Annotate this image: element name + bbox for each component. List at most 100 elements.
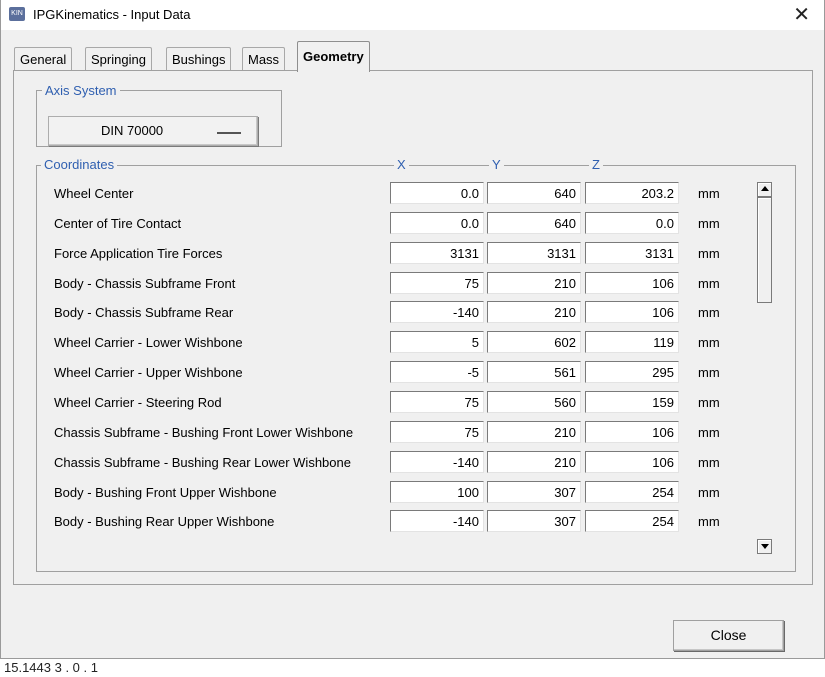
axis-system-group: Axis System DIN 70000	[36, 83, 282, 147]
coordinate-row: Wheel Carrier - Lower Wishbone 5 602 119 mm	[14, 331, 812, 355]
unit-label: mm	[698, 484, 720, 500]
coordinate-y-field[interactable]: 307	[487, 510, 581, 533]
coordinate-label: Chassis Subframe - Bushing Rear Lower Wi…	[54, 454, 351, 470]
coordinate-x-field[interactable]: -140	[390, 301, 484, 324]
unit-label: mm	[698, 365, 720, 381]
coordinate-row: Force Application Tire Forces 3131 3131 313…	[14, 241, 812, 266]
window-title: IPGKinematics - Input Data	[33, 7, 191, 22]
arrow-down-icon	[761, 544, 769, 549]
coordinate-z-field[interactable]: 106	[585, 420, 679, 443]
unit-label: mm	[698, 215, 720, 231]
coordinate-label: Wheel Carrier - Steering Rod	[54, 394, 222, 410]
coordinate-row: Center of Tire Contact 0.0 640 0.0 mm	[14, 211, 812, 236]
coordinate-y-field[interactable]: 307	[487, 480, 581, 503]
coordinate-row: Body - Chassis Subframe Front 75 210 106 mm	[14, 271, 812, 296]
coordinate-x-field[interactable]: 0.0	[390, 211, 484, 234]
unit-label: mm	[698, 186, 720, 201]
coordinate-label: Wheel Carrier - Lower Wishbone	[54, 335, 243, 351]
coordinate-label: Chassis Subframe - Bushing Front Lower W…	[54, 424, 354, 440]
coordinate-x-field[interactable]: 75	[390, 420, 484, 443]
coordinate-y-field[interactable]: 210	[487, 450, 581, 473]
coordinate-label: Body - Bushing Rear Upper Wishbone	[54, 514, 275, 530]
arrow-up-icon	[761, 186, 769, 191]
coordinate-x-field[interactable]: 75	[390, 390, 484, 413]
scrollbar-thumb[interactable]	[757, 197, 772, 303]
scroll-down-button[interactable]	[757, 539, 772, 554]
coordinate-y-field[interactable]: 210	[487, 301, 581, 324]
coordinate-y-field[interactable]: 560	[487, 390, 581, 413]
coordinate-z-field[interactable]: 295	[585, 361, 679, 384]
coordinate-z-field[interactable]: 106	[585, 271, 679, 294]
unit-label: mm	[698, 245, 720, 261]
column-header-z: Z	[589, 157, 603, 172]
app-icon: KIN	[9, 7, 25, 21]
coordinate-row: Body - Bushing Front Upper Wishbone 100 30…	[14, 480, 812, 505]
unit-label: mm	[698, 275, 720, 291]
coordinate-label: Center of Tire Contact	[54, 215, 182, 231]
coordinate-y-field[interactable]: 561	[487, 361, 581, 384]
coordinate-z-field[interactable]: 254	[585, 510, 679, 533]
unit-label: mm	[698, 514, 720, 530]
geometry-panel: Axis System DIN 70000 Coordinates X Y Z …	[13, 70, 813, 585]
coordinate-x-field[interactable]: 5	[390, 331, 484, 354]
coordinate-z-field[interactable]: 159	[585, 390, 679, 413]
coordinate-z-field[interactable]: 119	[585, 331, 679, 354]
unit-label: mm	[698, 424, 720, 440]
coordinate-y-field[interactable]: 602	[487, 331, 581, 354]
coordinate-x-field[interactable]: 0.0	[390, 182, 484, 204]
coordinate-x-field[interactable]: -140	[390, 450, 484, 473]
tab-bushings[interactable]: Bushings	[166, 47, 232, 72]
unit-label: mm	[698, 454, 720, 470]
coordinate-row: Wheel Center 0.0 640 203.2 mm	[14, 182, 812, 206]
coordinate-row: Body - Bushing Rear Upper Wishbone -140 30…	[14, 510, 812, 534]
tab-general[interactable]: General	[14, 47, 73, 72]
coordinate-y-field[interactable]: 640	[487, 182, 581, 204]
scroll-up-button[interactable]	[757, 182, 772, 197]
bottom-strip: 15.1443 3 . 0 . 1	[0, 659, 825, 677]
coordinate-label: Wheel Carrier - Upper Wishbone	[54, 365, 243, 381]
coordinates-legend: Coordinates	[41, 157, 118, 172]
column-header-y: Y	[489, 157, 504, 172]
coordinate-label: Wheel Center	[54, 186, 134, 201]
axis-system-dropdown[interactable]: DIN 70000	[48, 116, 258, 146]
close-icon[interactable]: ✕	[793, 2, 810, 27]
coordinate-z-field[interactable]: 3131	[585, 241, 679, 264]
unit-label: mm	[698, 394, 720, 410]
bottom-text: 15.1443 3 . 0 . 1	[4, 660, 98, 675]
coordinate-y-field[interactable]: 640	[487, 211, 581, 234]
axis-system-value: DIN 70000	[101, 123, 164, 138]
coordinate-y-field[interactable]: 210	[487, 420, 581, 443]
coordinate-z-field[interactable]: 106	[585, 450, 679, 473]
coordinate-x-field[interactable]: -5	[390, 361, 484, 384]
coordinate-z-field[interactable]: 0.0	[585, 211, 679, 234]
coordinate-label: Body - Chassis Subframe Rear	[54, 305, 234, 321]
close-button[interactable]: Close	[673, 620, 784, 651]
coordinate-x-field[interactable]: 3131	[390, 241, 484, 264]
coordinate-row: Wheel Carrier - Steering Rod 75 560 159 mm	[14, 390, 812, 415]
axis-system-legend: Axis System	[45, 83, 117, 98]
coordinate-row: Body - Chassis Subframe Rear -140 210 106 mm	[14, 301, 812, 325]
coordinate-row: Chassis Subframe - Bushing Front Lower W…	[14, 420, 812, 445]
coordinate-row: Chassis Subframe - Bushing Rear Lower Wi…	[14, 450, 812, 475]
coordinate-label: Body - Chassis Subframe Front	[54, 275, 236, 291]
coordinate-label: Body - Bushing Front Upper Wishbone	[54, 484, 277, 500]
coordinate-y-field[interactable]: 210	[487, 271, 581, 294]
title-bar: KIN IPGKinematics - Input Data ✕	[1, 0, 824, 30]
tab-geometry[interactable]: Geometry	[297, 41, 370, 72]
unit-label: mm	[698, 305, 720, 321]
unit-label: mm	[698, 335, 720, 351]
coordinate-row: Wheel Carrier - Upper Wishbone -5 561 295 mm	[14, 361, 812, 385]
coordinate-x-field[interactable]: 75	[390, 271, 484, 294]
coordinate-z-field[interactable]: 254	[585, 480, 679, 503]
tab-springing[interactable]: Springing	[85, 47, 152, 72]
column-header-x: X	[394, 157, 409, 172]
dropdown-indicator-icon	[217, 132, 241, 134]
coordinate-z-field[interactable]: 203.2	[585, 182, 679, 204]
coordinate-x-field[interactable]: 100	[390, 480, 484, 503]
coordinate-y-field[interactable]: 3131	[487, 241, 581, 264]
coordinate-z-field[interactable]: 106	[585, 301, 679, 324]
coordinate-label: Force Application Tire Forces	[54, 245, 223, 261]
coordinates-scrollbar[interactable]	[757, 182, 772, 554]
tab-mass[interactable]: Mass	[242, 47, 286, 72]
coordinate-x-field[interactable]: -140	[390, 510, 484, 533]
